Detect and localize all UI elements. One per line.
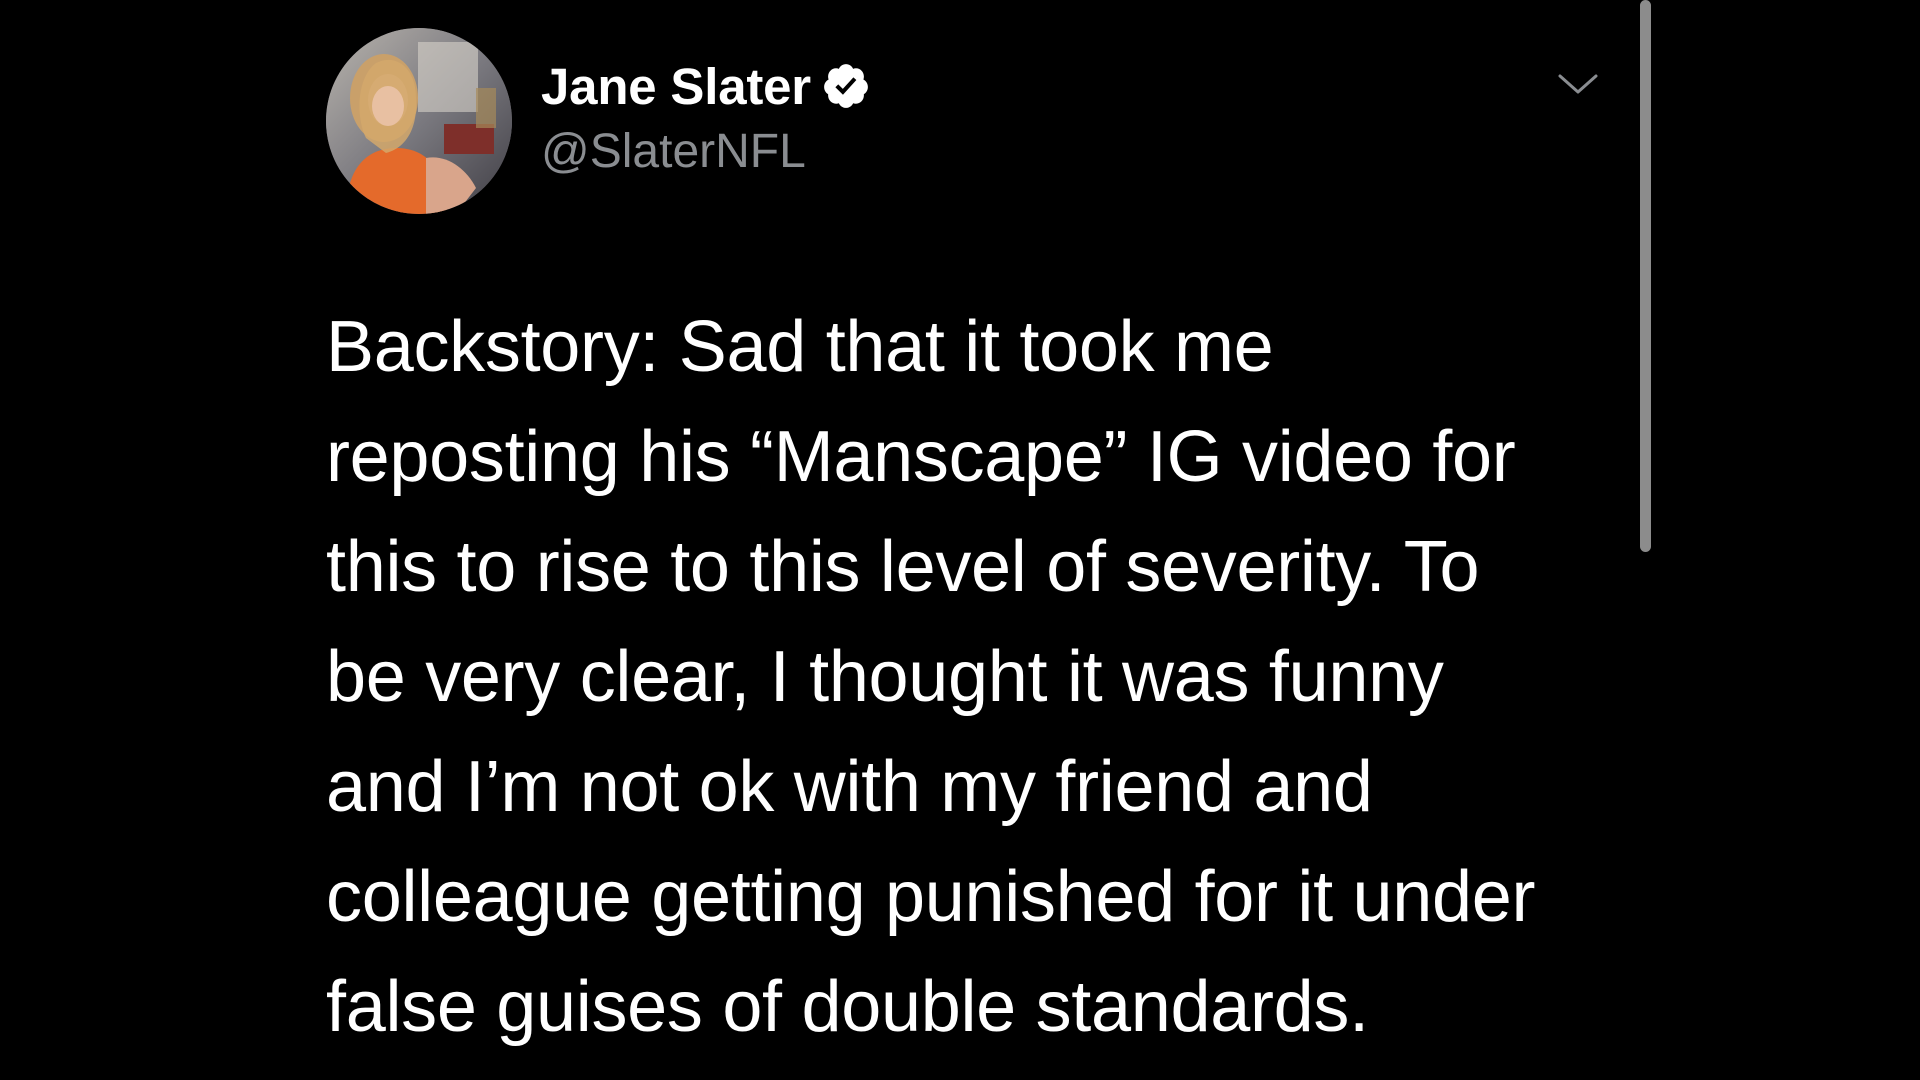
author-name-row: Jane Slater <box>541 52 871 120</box>
author-handle[interactable]: @SlaterNFL <box>541 124 871 179</box>
tweet-body: Backstory: Sad that it took me reposting… <box>326 292 1646 1062</box>
tweet-body-line: Backstory: Sad that it took me <box>326 307 1274 387</box>
tweet-body-line: reposting his “Manscape” IG video for <box>326 417 1516 497</box>
tweet-body-line: this to rise to this level of severity. … <box>326 527 1480 607</box>
tweet-body-line: colleague getting punished for it under <box>326 857 1536 937</box>
chevron-down-icon[interactable] <box>1556 70 1600 100</box>
author-display-name[interactable]: Jane Slater <box>541 57 811 116</box>
tweet-card: Jane Slater @SlaterNFL Backstory: Sad th… <box>0 0 1920 1080</box>
tweet-body-line: and I’m not ok with my friend and <box>326 747 1373 827</box>
tweet-body-line: be very clear, I thought it was funny <box>326 637 1444 717</box>
tweet-header: Jane Slater @SlaterNFL <box>541 52 871 179</box>
avatar-photo <box>326 28 512 214</box>
tweet-body-line: false guises of double standards. <box>326 967 1369 1047</box>
verified-badge-icon <box>821 61 871 111</box>
avatar[interactable] <box>326 28 512 214</box>
